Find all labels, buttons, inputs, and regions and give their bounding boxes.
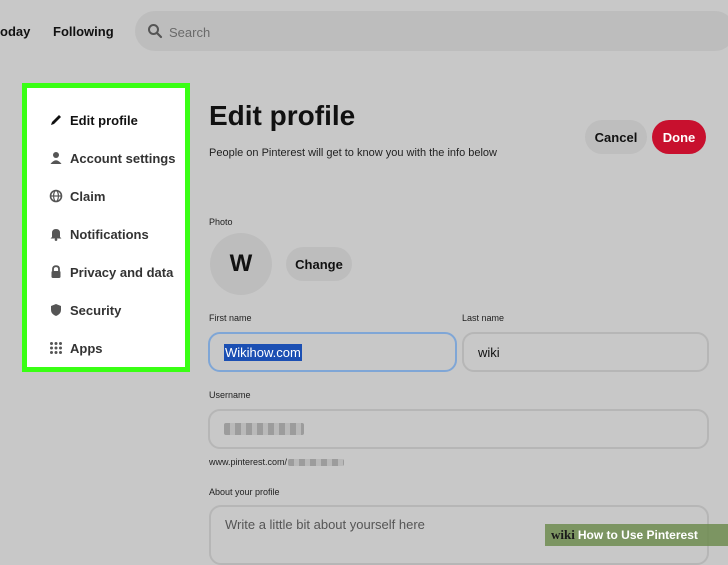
sidebar-item-claim[interactable]: Claim: [49, 185, 105, 207]
last-name-label: Last name: [462, 313, 505, 323]
profile-url-redacted: [288, 458, 345, 466]
grid-icon: [50, 342, 62, 354]
shield-icon: [51, 304, 61, 316]
sidebar-item-account-settings[interactable]: Account settings: [49, 147, 175, 169]
first-name-value: Wikihow.com: [224, 343, 302, 361]
settings-sidebar: Edit profile Account settings Claim Noti…: [22, 83, 190, 372]
page-subtitle: People on Pinterest will get to know you…: [209, 147, 497, 159]
pencil-icon: [51, 115, 61, 125]
lock-icon: [51, 265, 61, 278]
first-name-field[interactable]: Wikihow.com: [208, 332, 457, 372]
avatar: W: [210, 233, 272, 295]
username-redacted: [224, 423, 304, 435]
profile-url: www.pinterest.com/: [209, 457, 345, 467]
sidebar-item-label: Claim: [70, 188, 106, 204]
nav-following-link[interactable]: Following: [53, 24, 114, 39]
profile-url-prefix: www.pinterest.com/: [209, 457, 288, 467]
search-input[interactable]: [167, 20, 571, 44]
globe-icon: [49, 189, 63, 203]
done-button[interactable]: Done: [652, 120, 706, 154]
first-name-label: First name: [209, 313, 252, 323]
about-label: About your profile: [209, 487, 280, 497]
change-photo-button[interactable]: Change: [286, 247, 352, 281]
search-bar[interactable]: [135, 11, 728, 51]
sidebar-item-label: Apps: [70, 340, 103, 356]
sidebar-item-security[interactable]: Security: [49, 299, 121, 321]
search-icon: [148, 24, 163, 39]
sidebar-item-privacy[interactable]: Privacy and data: [49, 261, 173, 283]
username-label: Username: [209, 390, 251, 400]
sidebar-item-label: Account settings: [70, 150, 176, 166]
sidebar-item-label: Notifications: [70, 226, 149, 242]
watermark: wiki How to Use Pinterest: [545, 524, 728, 546]
sidebar-item-edit-profile[interactable]: Edit profile: [49, 109, 138, 131]
last-name-value: wiki: [478, 344, 500, 360]
top-navigation: oday Following: [0, 0, 728, 62]
last-name-field[interactable]: wiki: [462, 332, 709, 372]
person-icon: [50, 152, 62, 164]
sidebar-item-label: Security: [70, 302, 122, 318]
cancel-button[interactable]: Cancel: [585, 120, 647, 154]
nav-today-link[interactable]: oday: [0, 24, 30, 39]
sidebar-item-apps[interactable]: Apps: [49, 337, 103, 359]
sidebar-item-label: Privacy and data: [70, 264, 174, 280]
sidebar-item-label: Edit profile: [70, 112, 138, 128]
watermark-text: How to Use Pinterest: [577, 528, 698, 542]
photo-label: Photo: [209, 217, 233, 227]
sidebar-item-notifications[interactable]: Notifications: [49, 223, 149, 245]
username-field[interactable]: [208, 409, 709, 449]
watermark-brand: wiki: [551, 527, 575, 542]
bell-icon: [50, 229, 62, 241]
page-title: Edit profile: [209, 100, 356, 131]
